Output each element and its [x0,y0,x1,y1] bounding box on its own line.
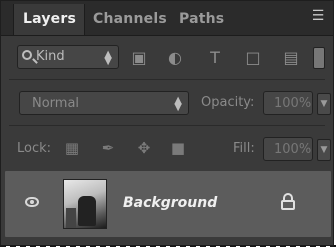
filter-kind-label: Kind [36,49,65,64]
chevron-updown-icon: ▲ ▼ [174,95,182,113]
shape-filter-icon[interactable]: □ [243,49,263,67]
fill-input[interactable]: 100% [263,137,313,161]
lock-label: Lock: [17,141,52,156]
panel-menu-icon[interactable]: ☰ [309,7,327,25]
smart-object-filter-icon[interactable]: ▤ [281,49,301,67]
filter-toggle-switch[interactable] [313,47,325,69]
opacity-dropdown-button[interactable]: ▼ [317,93,331,115]
type-filter-icon[interactable]: T [205,49,225,67]
lock-position-icon[interactable]: ✥ [135,139,153,157]
layer-thumbnail [63,179,107,229]
fill-value: 100% [274,142,312,157]
blend-mode-select[interactable]: Normal ▲ ▼ [19,91,189,115]
tab-layers[interactable]: Layers [23,11,76,27]
pixel-layer-filter-icon[interactable]: ▣ [129,49,149,67]
filter-row: Kind ▲ ▼ ▣ ◐ T □ ▤ [1,39,333,75]
filter-kind-select[interactable]: Kind ▲ ▼ [17,45,119,69]
lock-row: Lock: ▦ ✒ ✥ ■ Fill: 100% ▼ [1,131,333,165]
panel-tab-bar: Layers Channels Paths ☰ [1,1,333,36]
fill-dropdown-button[interactable]: ▼ [317,139,331,161]
divider [9,125,325,126]
selection-edge [0,245,336,247]
blend-row: Normal ▲ ▼ Opacity: 100% ▼ [1,85,333,119]
layer-name[interactable]: Background [123,195,217,211]
opacity-input[interactable]: 100% [263,91,313,115]
tab-paths[interactable]: Paths [179,11,224,27]
lock-image-icon[interactable]: ✒ [99,139,117,157]
layers-panel: Layers Channels Paths ☰ Kind ▲ ▼ ▣ ◐ T □ … [0,0,334,246]
opacity-value: 100% [274,96,312,111]
opacity-label: Opacity: [201,95,255,110]
layer-row-background[interactable]: Background [5,171,331,237]
fill-label: Fill: [233,141,255,156]
blend-mode-value: Normal [32,96,80,111]
eye-icon[interactable] [25,197,39,207]
search-icon [22,50,32,60]
lock-transparent-icon[interactable]: ▦ [63,139,81,157]
adjustment-filter-icon[interactable]: ◐ [165,49,185,67]
chevron-updown-icon: ▲ ▼ [104,49,112,67]
tab-channels[interactable]: Channels [93,11,167,27]
lock-all-icon[interactable]: ■ [169,139,187,157]
lock-icon [281,193,295,211]
divider [9,79,325,80]
